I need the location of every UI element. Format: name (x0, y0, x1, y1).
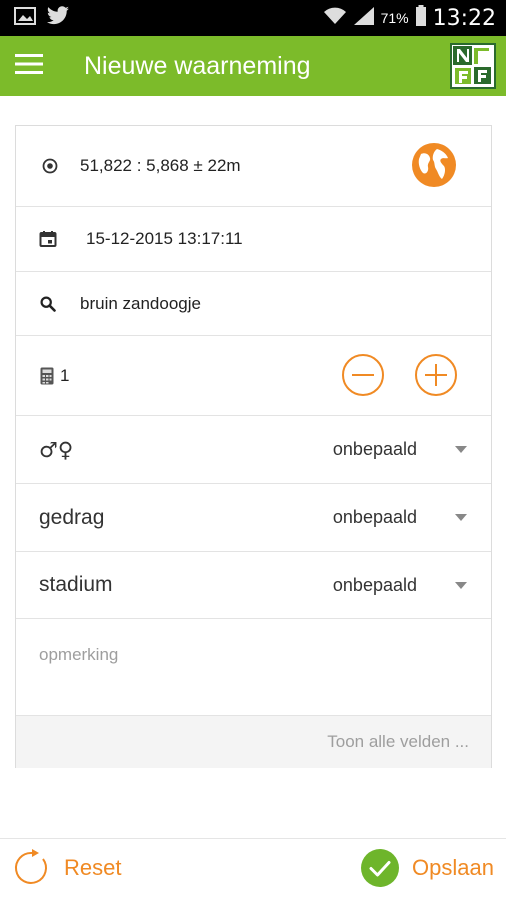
sex-label: ♂♀ (39, 437, 74, 462)
sex-select[interactable]: ♂♀ onbepaald (16, 416, 491, 484)
reset-button[interactable]: Reset (12, 848, 121, 888)
plus-circle-icon[interactable] (414, 353, 458, 397)
ndff-logo (450, 43, 496, 89)
calendar-icon (39, 230, 57, 248)
menu-icon (15, 53, 43, 80)
sex-value: onbepaald (332, 439, 417, 459)
battery-percent: 71% (380, 10, 409, 26)
check-icon (360, 848, 400, 888)
page-title: Nieuwe waarneming (84, 51, 311, 80)
minus-circle-icon[interactable] (341, 353, 385, 397)
clock: 13:22 (432, 5, 496, 31)
show-all-bar: Toon alle velden ... (16, 715, 491, 768)
remark-placeholder: opmerking (39, 645, 119, 664)
gps-target-icon (42, 158, 58, 174)
image-icon (14, 6, 36, 31)
status-bar: 71% 13:22 (0, 0, 506, 36)
count-row: 1 (16, 336, 491, 416)
calculator-icon (40, 367, 54, 385)
observation-form: 51,822 : 5,868 ± 22m 15-12-2015 13:17:11… (15, 125, 492, 768)
remark-field[interactable]: opmerking (16, 619, 491, 714)
search-icon (40, 295, 56, 312)
count-value: 1 (60, 365, 70, 385)
show-all-fields-link[interactable]: Toon alle velden ... (327, 732, 469, 752)
save-label: Opslaan (412, 855, 494, 880)
bottom-action-bar: Reset Opslaan (0, 838, 506, 900)
chevron-down-icon (455, 446, 467, 453)
chevron-down-icon (455, 581, 467, 589)
stage-select[interactable]: stadium onbepaald (16, 552, 491, 619)
datetime-row[interactable]: 15-12-2015 13:17:11 (16, 207, 491, 272)
datetime-value: 15-12-2015 13:17:11 (86, 229, 243, 248)
reset-label: Reset (64, 855, 122, 880)
behaviour-label: gedrag (39, 505, 105, 529)
species-value: bruin zandoogje (80, 293, 201, 313)
stage-value: onbepaald (332, 574, 417, 595)
wifi-icon (323, 6, 347, 31)
reset-icon (12, 848, 52, 888)
location-value: 51,822 : 5,868 ± 22m (80, 156, 241, 175)
app-bar: Nieuwe waarneming (0, 36, 506, 96)
stage-label: stadium (39, 573, 113, 596)
location-row[interactable]: 51,822 : 5,868 ± 22m (16, 126, 491, 207)
behaviour-select[interactable]: gedrag onbepaald (16, 484, 491, 552)
species-row[interactable]: bruin zandoogje (16, 272, 491, 336)
save-button[interactable]: Opslaan (360, 848, 494, 888)
behaviour-value: onbepaald (332, 507, 417, 527)
twitter-icon (46, 5, 70, 31)
menu-button[interactable] (0, 36, 58, 96)
battery-icon (415, 4, 427, 32)
chevron-down-icon (455, 514, 467, 521)
globe-icon[interactable] (411, 142, 457, 188)
signal-icon (353, 6, 375, 31)
